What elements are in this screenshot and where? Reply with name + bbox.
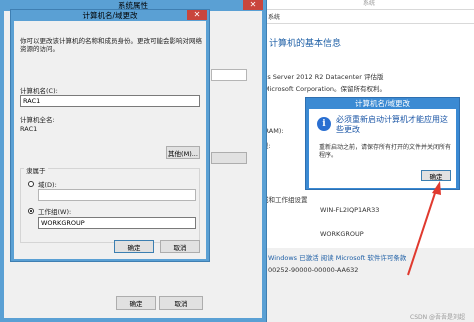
arrow-line bbox=[407, 189, 437, 276]
arrow-head bbox=[432, 181, 441, 195]
watermark: CSDN @吾吾是刘超 bbox=[410, 314, 466, 321]
annotation-arrow bbox=[407, 181, 441, 276]
